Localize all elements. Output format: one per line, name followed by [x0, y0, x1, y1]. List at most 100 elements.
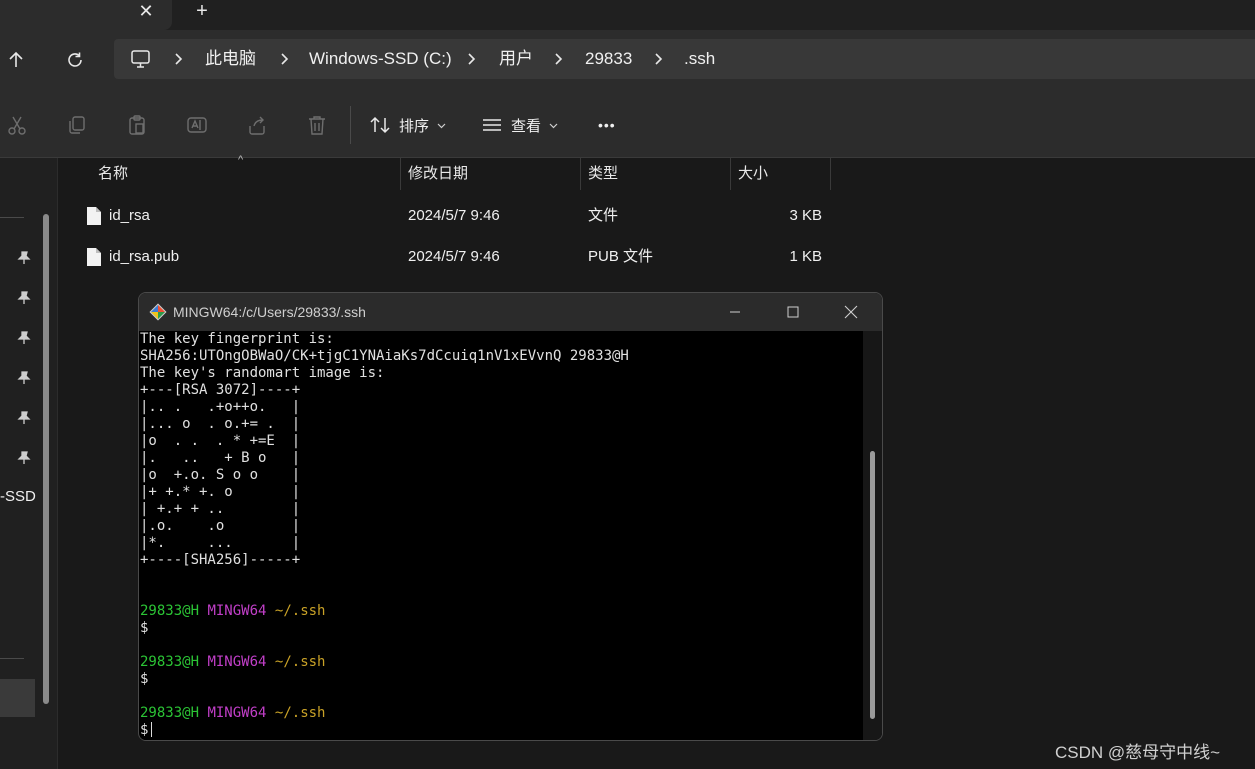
active-tab[interactable]: ✕ [0, 0, 172, 30]
sort-icon [370, 116, 390, 134]
git-bash-icon [149, 303, 167, 321]
chevron-right-icon [655, 53, 663, 65]
terminal-line: | +.+ + .. | [140, 501, 301, 517]
delete-button[interactable] [304, 112, 330, 138]
terminal-output[interactable]: The key fingerprint is: SHA256:UTOngOBWa… [140, 331, 862, 740]
refresh-button[interactable] [59, 44, 91, 76]
clipboard-icon [129, 115, 145, 135]
maximize-icon [787, 306, 799, 318]
up-button[interactable] [0, 44, 32, 76]
trash-icon [309, 116, 325, 135]
prompt-user: 29833@H [140, 654, 200, 670]
paste-button[interactable] [124, 112, 150, 138]
terminal-line: |*. ... | [140, 535, 301, 551]
tab-strip: ✕ + [0, 0, 1255, 30]
sort-button[interactable]: 排序 [369, 108, 446, 142]
watermark: CSDN @慈母守中线~ [1055, 743, 1221, 762]
breadcrumb-user-folder[interactable]: 29833 [585, 39, 632, 79]
breadcrumb-users[interactable]: 用户 [499, 39, 533, 79]
pin-icon [17, 331, 31, 344]
breadcrumb-drive[interactable]: Windows-SSD (C:) [309, 39, 452, 79]
file-icon [87, 248, 101, 266]
rename-button[interactable] [184, 112, 210, 138]
prompt-env: MINGW64 [207, 603, 267, 619]
pane-divider [0, 217, 24, 218]
terminal-line: |. .. + B o | [140, 450, 301, 466]
terminal-prompt: 29833@H MINGW64 ~/.ssh [140, 603, 325, 620]
file-name: id_rsa [109, 207, 150, 224]
column-divider[interactable] [730, 158, 731, 190]
scrollbar-thumb[interactable] [870, 451, 875, 719]
file-size: 3 KB [789, 207, 822, 224]
share-icon [249, 116, 265, 135]
terminal-line: The key fingerprint is: [140, 331, 334, 347]
prompt-env: MINGW64 [207, 705, 267, 721]
file-icon [87, 207, 101, 225]
prompt-path: ~/.ssh [274, 603, 326, 619]
computer-icon [131, 50, 150, 68]
column-divider[interactable] [830, 158, 831, 190]
pane-divider [0, 658, 24, 659]
terminal-line: +----[SHA256]-----+ [140, 552, 301, 568]
address-bar[interactable]: 此电脑 Windows-SSD (C:) 用户 29833 .ssh [114, 39, 1255, 79]
prompt-user: 29833@H [140, 603, 200, 619]
command-bar: 排序 查看 ••• [0, 92, 1255, 158]
file-name: id_rsa.pub [109, 248, 180, 265]
sort-label: 排序 [399, 117, 430, 135]
share-button[interactable] [244, 112, 270, 138]
maximize-button[interactable] [764, 293, 822, 331]
nav-pane-scrollbar[interactable] [43, 214, 49, 704]
terminal-input-line[interactable]: $ [140, 722, 153, 739]
column-divider[interactable] [400, 158, 401, 190]
prompt-user: 29833@H [140, 705, 200, 721]
minimize-button[interactable] [706, 293, 764, 331]
terminal-line: The key's randomart image is: [140, 365, 385, 381]
more-options-button[interactable]: ••• [598, 108, 616, 142]
prompt-path: ~/.ssh [274, 705, 326, 721]
nav-item-drive[interactable]: -SSD [0, 488, 36, 505]
prompt-env: MINGW64 [207, 654, 267, 670]
nav-item-selected[interactable] [0, 679, 35, 717]
prompt-path: ~/.ssh [274, 654, 326, 670]
view-label: 查看 [511, 117, 542, 135]
prompt-symbol: $ [140, 671, 149, 687]
breadcrumb-ssh[interactable]: .ssh [684, 39, 715, 79]
column-header-modified[interactable]: 修改日期 [408, 158, 468, 190]
close-tab-icon[interactable]: ✕ [132, 0, 160, 24]
terminal-line: +---[RSA 3072]----+ [140, 382, 301, 398]
view-button[interactable]: 查看 [481, 108, 558, 142]
close-icon [844, 305, 858, 319]
chevron-right-icon [175, 53, 183, 65]
prompt-symbol: $ [140, 620, 149, 636]
file-row[interactable]: id_rsa 2024/5/7 9:46 文件 3 KB [60, 197, 840, 235]
copy-icon [69, 116, 85, 134]
column-header-size[interactable]: 大小 [738, 158, 768, 190]
new-tab-button[interactable]: + [188, 0, 216, 24]
column-divider[interactable] [580, 158, 581, 190]
terminal-line: |o +.o. S o o | [140, 467, 301, 483]
terminal-line: |+ +.* +. o | [140, 484, 301, 500]
terminal-line: SHA256:UTOngOBWaO/CK+tjgC1YNAiaKs7dCcuiq… [140, 348, 629, 364]
file-modified: 2024/5/7 9:46 [408, 248, 500, 265]
cut-button[interactable] [4, 112, 30, 138]
file-row[interactable]: id_rsa.pub 2024/5/7 9:46 PUB 文件 1 KB [60, 238, 840, 276]
chevron-right-icon [281, 53, 289, 65]
column-header-name[interactable]: 名称 [98, 158, 128, 190]
file-size: 1 KB [789, 248, 822, 265]
terminal-scrollbar[interactable] [863, 331, 882, 740]
breadcrumb-this-pc[interactable]: 此电脑 [205, 39, 256, 79]
column-header-type[interactable]: 类型 [588, 158, 618, 190]
copy-button[interactable] [64, 112, 90, 138]
pin-icon [17, 451, 31, 464]
terminal-window[interactable]: MINGW64:/c/Users/29833/.ssh The key fing… [138, 292, 883, 741]
terminal-line: |o . . . * +=E | [140, 433, 301, 449]
chevron-right-icon [555, 53, 563, 65]
chevron-down-icon [549, 123, 558, 128]
pin-icon [17, 371, 31, 384]
scissors-icon [8, 116, 26, 135]
terminal-prompt: 29833@H MINGW64 ~/.ssh [140, 705, 325, 722]
arrow-up-icon [9, 51, 23, 67]
close-window-button[interactable] [822, 293, 880, 331]
prompt-symbol: $ [140, 722, 149, 738]
terminal-titlebar[interactable]: MINGW64:/c/Users/29833/.ssh [139, 293, 882, 331]
